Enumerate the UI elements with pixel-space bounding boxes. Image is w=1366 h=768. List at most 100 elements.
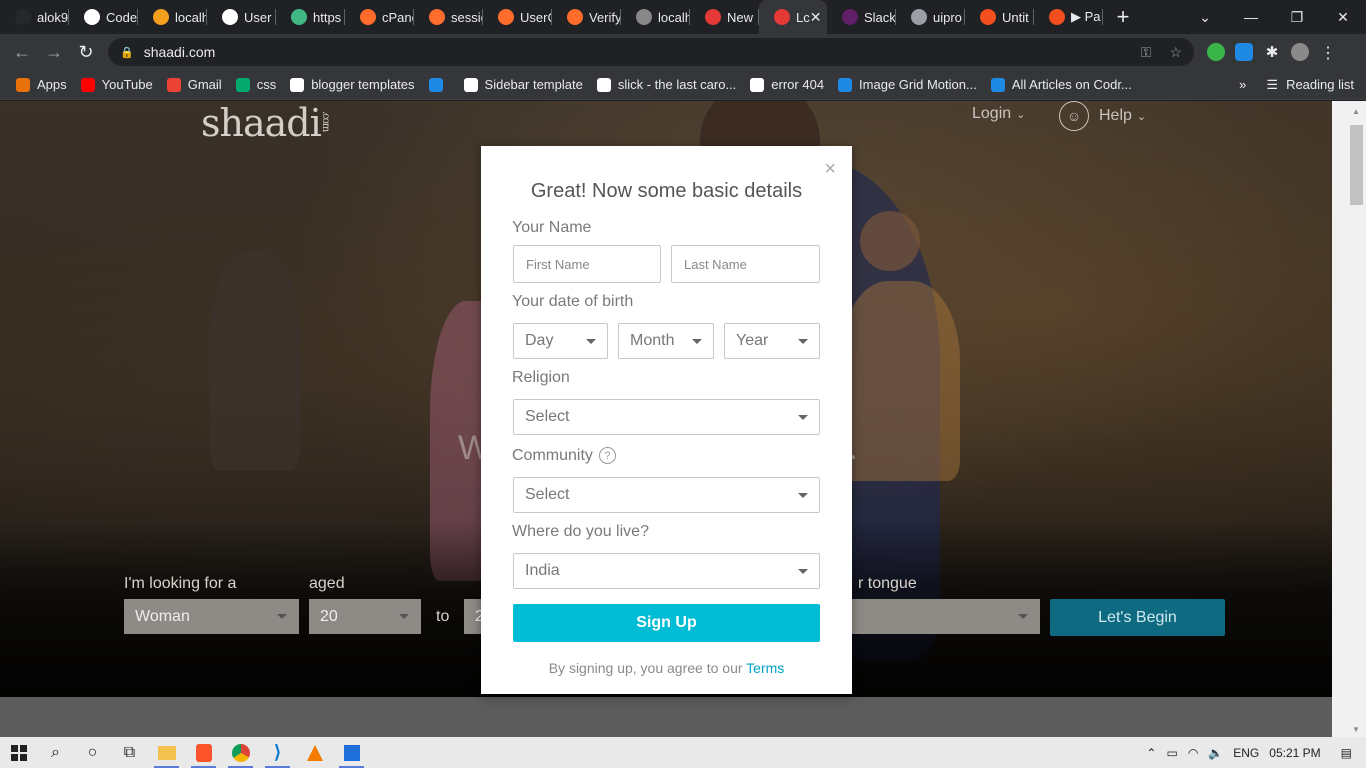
profile-avatar[interactable] [1291, 43, 1309, 61]
chevron-up-icon[interactable]: ⌃ [1146, 746, 1156, 760]
scroll-up-icon[interactable]: ▲ [1352, 107, 1360, 116]
help-circle-icon[interactable]: ? [598, 447, 616, 465]
browser-tab[interactable]: Untit [965, 0, 1034, 34]
bookmark-label: css [256, 77, 277, 92]
age-from-select[interactable]: 20 [309, 599, 421, 634]
browser-tab[interactable]: cPane [345, 0, 414, 34]
browser-tab[interactable]: New [690, 0, 759, 34]
bookmark-item[interactable]: css [235, 77, 277, 92]
community-select[interactable]: Select [513, 477, 820, 513]
browser-tab[interactable]: UserC [483, 0, 552, 34]
page-scrollbar[interactable]: ▲ ▼ [1332, 101, 1366, 737]
religion-select[interactable]: Select [513, 399, 820, 435]
vscode-icon[interactable]: ⟩ [259, 737, 296, 768]
bookmark-item[interactable] [428, 77, 450, 92]
puzzle-icon[interactable]: ✱ [1263, 43, 1281, 61]
scrollbar-thumb[interactable] [1350, 125, 1363, 205]
brave-icon[interactable] [185, 737, 222, 768]
scroll-down-icon[interactable]: ▼ [1352, 725, 1360, 734]
bookmark-star-icon[interactable]: ☆ [1169, 44, 1182, 61]
browser-tab[interactable]: uipro [896, 0, 965, 34]
tab-search-icon[interactable]: ⌄ [1182, 9, 1228, 26]
browser-tab[interactable]: alok9 [0, 0, 69, 34]
first-name-input[interactable]: First Name [513, 245, 661, 283]
battery-icon[interactable]: ▭ [1166, 746, 1177, 760]
file-explorer-icon[interactable] [148, 737, 185, 768]
month-select[interactable]: Month [618, 323, 714, 359]
browser-tab[interactable]: Lc ✕ [759, 0, 827, 34]
forward-button[interactable]: → [38, 42, 70, 63]
cortana-icon[interactable]: ○ [74, 737, 111, 768]
reading-list-button[interactable]: ☰ Reading list [1266, 77, 1354, 93]
address-bar[interactable]: 🔒 shaadi.com ⚿ ☆ [108, 38, 1194, 66]
bookmark-item[interactable]: blogger templates [290, 77, 415, 92]
browser-tab[interactable]: User [207, 0, 276, 34]
terms-link[interactable]: Terms [746, 660, 784, 676]
back-button[interactable]: ← [6, 42, 38, 63]
reload-button[interactable]: ↻ [70, 42, 102, 63]
browser-tab[interactable]: sessic [414, 0, 483, 34]
notification-icon[interactable]: ▤ [1341, 746, 1352, 760]
tab-title: User [244, 9, 272, 25]
tab-title: Code [106, 9, 138, 25]
looking-for-select[interactable]: Woman [124, 599, 299, 634]
browser-tab[interactable]: Verify [552, 0, 621, 34]
close-window-button[interactable]: ✕ [1320, 9, 1366, 26]
volume-icon[interactable]: 🔈 [1208, 746, 1223, 760]
bookmark-item[interactable]: error 404 [750, 77, 824, 92]
tab-title: localh [175, 9, 207, 25]
bookmark-item[interactable]: Image Grid Motion... [838, 77, 977, 92]
login-menu[interactable]: Login ⌄ [972, 105, 1025, 123]
browser-tab[interactable]: localh [621, 0, 690, 34]
key-icon[interactable]: ⚿ [1141, 44, 1152, 61]
wifi-icon[interactable]: ◠ [1188, 746, 1198, 760]
extension-green-icon[interactable] [1207, 43, 1225, 61]
mother-tongue-select[interactable] [850, 599, 1040, 634]
browser-tab[interactable]: localh [138, 0, 207, 34]
browser-toolbar: ← → ↻ 🔒 shaadi.com ⚿ ☆ ✱ ⋮ [0, 34, 1366, 70]
year-select[interactable]: Year [724, 323, 820, 359]
globe-icon [84, 9, 100, 25]
restore-button[interactable]: ❐ [1274, 9, 1320, 26]
chrome-icon[interactable] [222, 737, 259, 768]
country-select[interactable]: India [513, 553, 820, 589]
bookmark-item[interactable]: Apps [16, 77, 67, 92]
search-icon[interactable]: ⌕ [37, 737, 74, 768]
bookmark-label: Gmail [187, 77, 222, 92]
browser-tab[interactable]: Code [69, 0, 138, 34]
bookmark-item[interactable]: All Articles on Codr... [990, 77, 1132, 92]
vlc-icon[interactable] [296, 737, 333, 768]
clock[interactable]: 05:21 PM [1269, 746, 1320, 760]
new-tab-button[interactable]: + [1103, 4, 1143, 30]
url-text: shaadi.com [143, 44, 216, 60]
more-bookmarks-button[interactable]: » [1239, 77, 1246, 92]
browser-tab[interactable]: ▶ Pa [1034, 0, 1103, 34]
bookmark-item[interactable]: Sidebar template [463, 77, 583, 92]
windows-start-icon[interactable] [0, 737, 37, 768]
close-icon[interactable]: × [824, 158, 836, 181]
bookmark-item[interactable]: Gmail [166, 77, 222, 92]
caret-down-icon [798, 415, 808, 420]
tab-title: Verify [589, 9, 621, 25]
day-select[interactable]: Day [513, 323, 608, 359]
help-menu[interactable]: ☺ Help ⌄ [1059, 101, 1146, 131]
extension-ft-icon[interactable] [1235, 43, 1253, 61]
close-tab-icon[interactable]: ✕ [810, 9, 822, 26]
browser-tab[interactable]: https [276, 0, 345, 34]
system-tray: ⌃ ▭ ◠ 🔈 ENG 05:21 PM ▤ [1146, 737, 1366, 768]
bookmark-item[interactable]: YouTube [80, 77, 153, 92]
bookmark-label: Image Grid Motion... [859, 77, 977, 92]
bookmark-item[interactable]: slick - the last caro... [596, 77, 736, 92]
aged-label: aged [309, 575, 345, 592]
sign-up-button[interactable]: Sign Up [513, 604, 820, 642]
task-view-icon[interactable]: ⧉ [111, 737, 148, 768]
reading-list-icon: ☰ [1266, 76, 1279, 92]
menu-dots-icon[interactable]: ⋮ [1319, 43, 1337, 62]
minimize-button[interactable]: — [1228, 9, 1274, 25]
language-indicator[interactable]: ENG [1233, 746, 1259, 760]
photos-icon[interactable] [333, 737, 370, 768]
last-name-input[interactable]: Last Name [671, 245, 820, 283]
browser-tab[interactable]: Slack [827, 0, 896, 34]
lets-begin-button[interactable]: Let's Begin [1050, 599, 1225, 636]
shaadi-logo[interactable]: shaadi .com [201, 101, 331, 145]
